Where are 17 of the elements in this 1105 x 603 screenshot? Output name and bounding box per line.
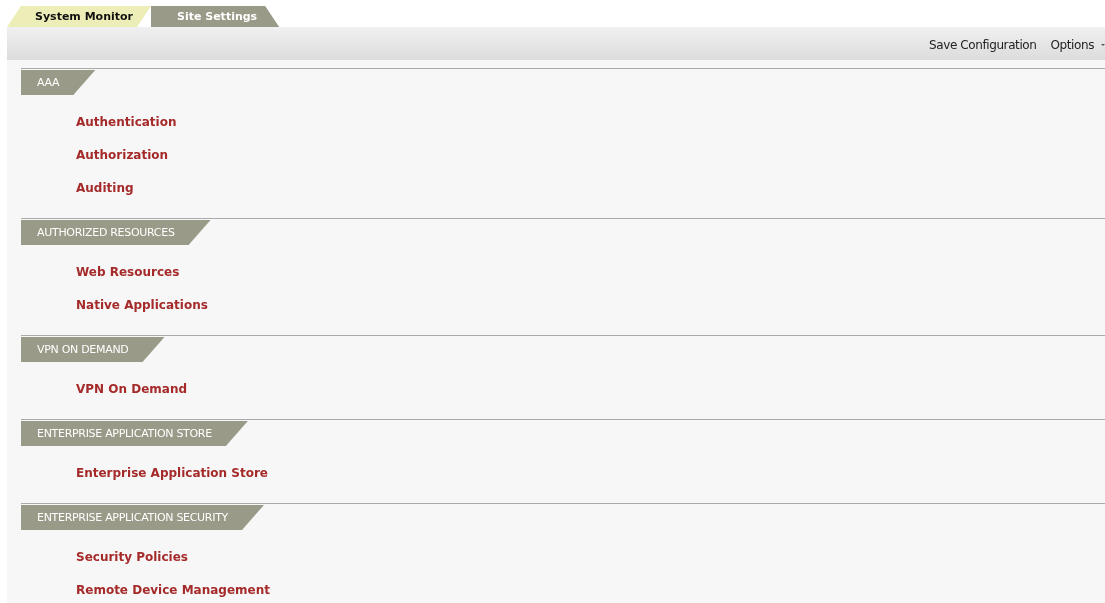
section-header: ENTERPRISE APPLICATION SECURITY [21, 505, 264, 530]
save-configuration-button[interactable]: Save Configuration [922, 37, 1044, 52]
section-header: AUTHORIZED RESOURCES [21, 220, 211, 245]
section-link[interactable]: Auditing [76, 172, 134, 205]
section-link[interactable]: Security Policies [76, 541, 188, 574]
options-button[interactable]: Options [1043, 37, 1101, 52]
section-link[interactable]: Authentication [76, 106, 177, 139]
section-link[interactable]: VPN On Demand [76, 373, 188, 406]
section-link[interactable]: Enterprise Application Store [76, 457, 268, 490]
section-link[interactable]: Remote Device Management [76, 574, 270, 603]
section-link[interactable]: Native Applications [76, 289, 208, 322]
section-header: ENTERPRISE APPLICATION STORE [21, 421, 248, 446]
tab[interactable]: System Monitor [7, 6, 151, 27]
section-header: AAA [21, 70, 96, 95]
section-header: VPN ON DEMAND [21, 337, 165, 362]
section-link[interactable]: Web Resources [76, 256, 180, 289]
section-link[interactable]: Authorization [76, 139, 169, 172]
